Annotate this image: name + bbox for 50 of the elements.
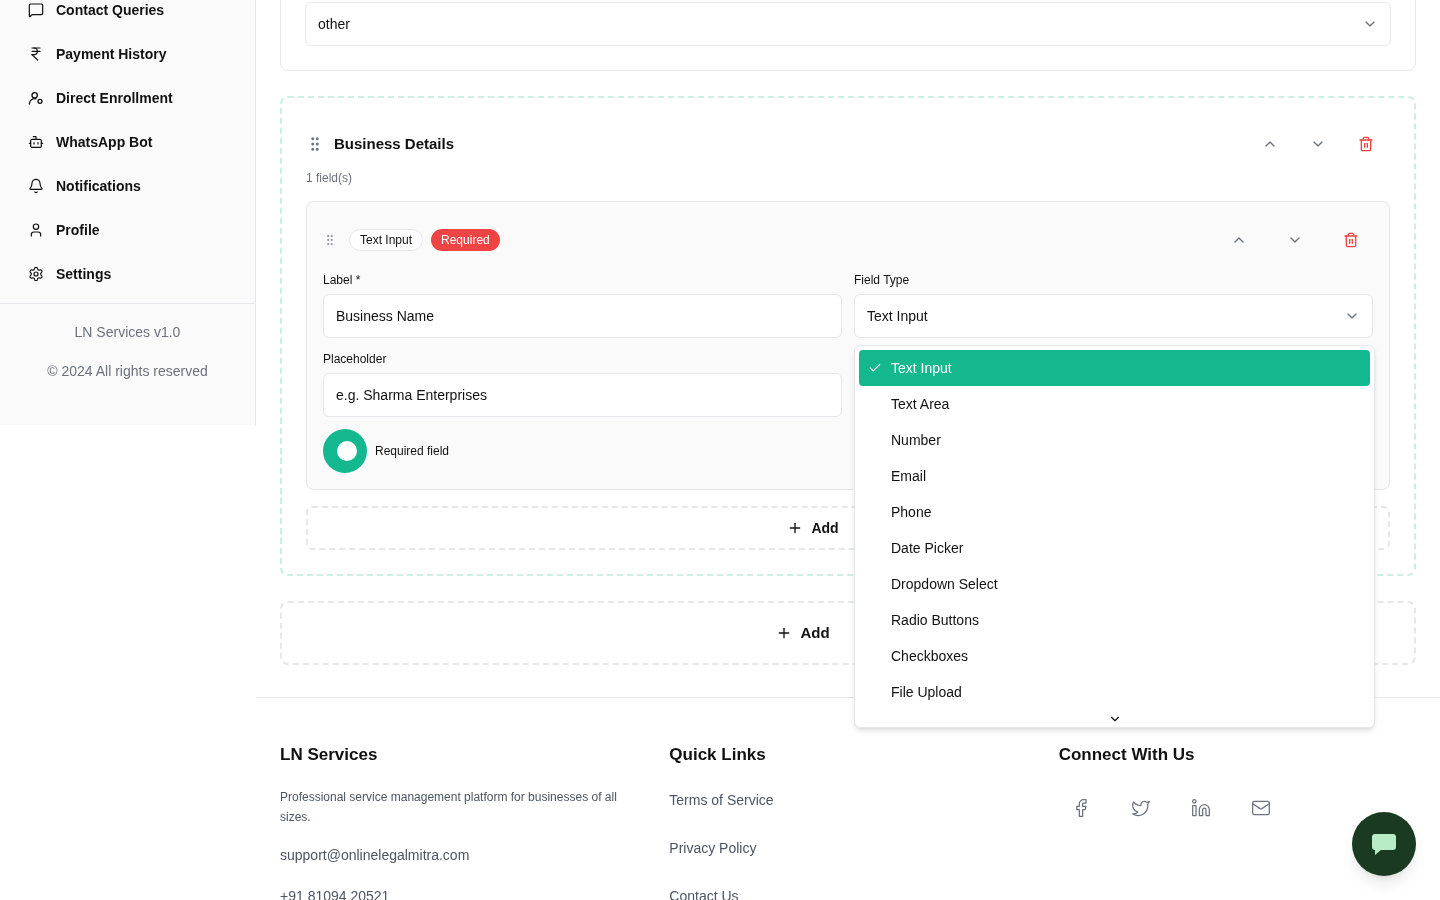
check-icon	[868, 361, 882, 375]
footer-phone: +91 81094 20521	[280, 886, 391, 900]
nav-icon	[28, 134, 44, 150]
delete-icon[interactable]	[1343, 232, 1359, 248]
nav-icon	[28, 222, 44, 238]
required-toggle[interactable]	[323, 429, 367, 473]
chat-bubble-icon	[1371, 832, 1397, 856]
field-label: Placeholder	[323, 351, 388, 368]
dropdown-option[interactable]: Dropdown Select	[859, 566, 1370, 602]
nav-icon	[28, 178, 44, 194]
footer-heading: Connect With Us	[1058, 744, 1196, 766]
linkedin-icon[interactable]	[1190, 797, 1211, 818]
required-badge: Required	[431, 229, 500, 251]
nav-icon	[28, 46, 44, 62]
footer-link[interactable]: Privacy Policy	[669, 837, 1027, 859]
nav-icon	[28, 266, 44, 282]
field-count: 1 field(s)	[306, 170, 353, 187]
field-label: Label *	[323, 272, 362, 289]
footer-heading: Quick Links	[669, 744, 767, 766]
footer-link[interactable]: Terms of Service	[669, 789, 1027, 811]
dropdown-option[interactable]: Number	[859, 422, 1370, 458]
dropdown-option[interactable]: Text Area	[859, 386, 1370, 422]
sidebar-item[interactable]: Notifications	[28, 172, 227, 200]
field-label: Field Type	[854, 272, 911, 289]
label-input[interactable]: Business Name	[323, 294, 842, 338]
sidebar-item[interactable]: WhatsApp Bot	[28, 128, 227, 156]
footer-email: support@onlinelegalmitra.com	[280, 845, 471, 865]
version-text: LN Services v1.0	[74, 323, 181, 342]
nav-icon	[28, 2, 44, 18]
dropdown-option[interactable]: File Upload	[859, 674, 1370, 710]
dropdown-option[interactable]: Radio Buttons	[859, 602, 1370, 638]
field-type-select[interactable]: Text Input	[854, 294, 1373, 338]
chat-button[interactable]	[1352, 812, 1416, 876]
footer-about: Professional service management platform for businesses of all sizes.	[280, 788, 618, 826]
toggle-label: Required field	[375, 443, 450, 460]
delete-icon[interactable]	[1358, 136, 1374, 152]
dropdown-option[interactable]: Email	[859, 458, 1370, 494]
copyright-text: © 2024 All rights reserved	[47, 362, 208, 381]
category-select[interactable]: other	[305, 2, 1391, 46]
type-badge: Text Input	[349, 229, 424, 251]
sidebar-item[interactable]: Profile	[28, 216, 227, 244]
sidebar-item[interactable]: Contact Queries	[28, 0, 227, 24]
placeholder-input[interactable]: e.g. Sharma Enterprises	[323, 373, 842, 417]
sidebar-item[interactable]: Settings	[28, 260, 227, 288]
nav-icon	[28, 90, 44, 106]
section-title: Business Details	[334, 133, 456, 154]
footer-brand: LN Services	[280, 744, 379, 766]
footer-link[interactable]: Contact Us	[669, 885, 1027, 900]
sidebar-item[interactable]: Direct Enrollment	[28, 84, 227, 112]
sidebar-item[interactable]: Payment History	[28, 40, 227, 68]
